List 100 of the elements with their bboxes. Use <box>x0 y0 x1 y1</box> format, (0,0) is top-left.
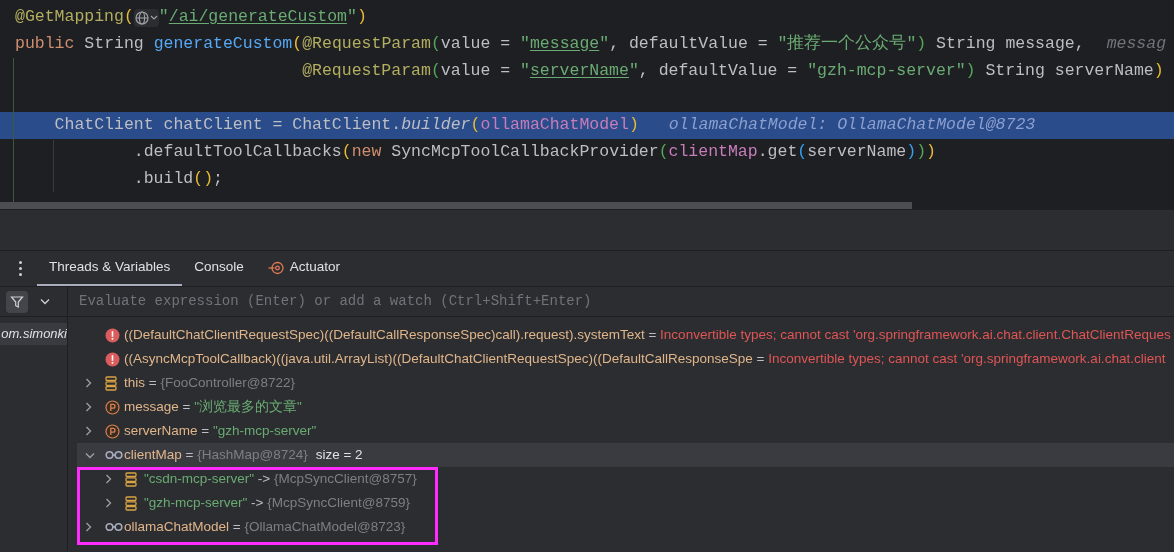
field-name: ollamaChatModel <box>480 114 629 137</box>
string-literal: " <box>599 33 610 56</box>
target-icon <box>267 260 284 275</box>
watch-expression: ((AsyncMcpToolCallback)((java.util.ArrayList)((DefaultChatClientRequestSpec)((DefaultCallResponseSpe <box>124 349 753 368</box>
error-icon <box>105 351 120 367</box>
field-name: clientMap <box>668 141 758 164</box>
annotation: @GetMapping <box>15 6 124 29</box>
keyword: new <box>351 141 382 164</box>
tab[interactable]: Console <box>182 251 256 286</box>
variable-value: {FooController@8722} <box>160 373 295 392</box>
method-name: generateCustom <box>153 33 293 56</box>
string-literal: "gzh-mcp-server" <box>807 60 966 83</box>
chevron-right-icon[interactable] <box>85 402 92 412</box>
size-label: size = 2 <box>315 445 363 464</box>
variable-value: "gzh-mcp-server" <box>212 421 317 440</box>
globe-icon[interactable] <box>133 8 159 27</box>
bracket: ) <box>916 141 927 164</box>
bracket: ( <box>430 33 441 56</box>
field-icon <box>105 375 117 391</box>
url-link[interactable]: /ai/generateCustom <box>168 5 347 30</box>
code-text: ChatClient chatClient = ChatClient. <box>53 114 402 137</box>
bracket: ) <box>965 60 976 83</box>
variable-value: {OllamaChatModel@8723} <box>244 517 406 536</box>
field-icon <box>125 471 137 487</box>
code-text: value = <box>440 33 512 56</box>
code-text: .build <box>132 168 194 191</box>
variable-value: {McpSyncClient@8757} <box>274 469 417 488</box>
code-text: .get <box>757 141 798 164</box>
chevron-right-icon[interactable] <box>85 378 92 388</box>
separator: = <box>231 517 242 536</box>
variable-name: message <box>124 397 179 416</box>
parameter-icon <box>105 423 120 439</box>
url-link[interactable]: message <box>529 32 600 57</box>
bracket: ( <box>292 33 303 56</box>
url-link[interactable]: serverName <box>529 59 629 84</box>
string-literal: "推荐一个公众号" <box>777 33 917 56</box>
separator: = <box>647 325 658 344</box>
code-text: SyncMcpToolCallbackProvider <box>390 141 659 164</box>
bracket: ) <box>1153 60 1164 83</box>
glasses-icon <box>105 450 123 460</box>
bracket: ( <box>430 60 441 83</box>
bracket: ) <box>906 141 917 164</box>
string-literal: " <box>346 6 357 29</box>
separator: = <box>147 373 158 392</box>
variable-value: "浏览最多的文章" <box>194 397 302 416</box>
parameter-icon <box>105 399 120 415</box>
variable-name: clientMap <box>124 445 182 464</box>
annotation: @RequestParam <box>301 60 431 83</box>
variable-name: ollamaChatModel <box>124 517 230 536</box>
filter-button[interactable] <box>6 290 28 313</box>
filter-icon <box>10 294 24 309</box>
code-text: String serverName <box>984 60 1154 83</box>
bracket: ( <box>341 141 352 164</box>
error-message: Inconvertible types; cannot cast 'org.springframework.ai.chat.client <box>768 349 1166 368</box>
selected-row[interactable]: clientMap = {HashMap@8724} size = 2 <box>77 443 1174 467</box>
variable-value: {McpSyncClient@8759} <box>267 493 411 512</box>
chevron-right-icon[interactable] <box>105 498 112 508</box>
glasses-icon <box>105 522 123 532</box>
code-text: .defaultToolCallbacks <box>132 141 342 164</box>
bracket: ) <box>628 114 639 137</box>
bracket: ( <box>658 141 669 164</box>
separator: -> <box>250 493 265 512</box>
bracket: ) <box>916 33 927 56</box>
chevron-down-icon[interactable] <box>85 451 95 459</box>
tab[interactable]: Actuator <box>255 251 353 286</box>
code-text: value = <box>440 60 512 83</box>
code-text: String message, <box>935 33 1085 56</box>
string-literal: " <box>628 60 639 83</box>
annotation: @RequestParam <box>302 33 431 56</box>
horizontal-scrollbar[interactable] <box>0 202 912 209</box>
watch-expression: ((DefaultChatClientRequestSpec)((DefaultCallResponseSpec)call).request).systemText <box>124 325 645 344</box>
stack-frame[interactable]: om.simonki <box>0 323 67 345</box>
bracket: ( <box>797 141 808 164</box>
separator: = <box>200 421 211 440</box>
variable-name: this <box>124 373 145 392</box>
bracket: ( <box>123 6 134 29</box>
chevron-right-icon[interactable] <box>105 474 112 484</box>
separator: = <box>755 349 766 368</box>
chevron-down-icon[interactable] <box>40 298 50 305</box>
code-text: serverName <box>807 141 907 164</box>
variable-name: serverName <box>124 421 198 440</box>
code-text: , defaultValue = <box>638 60 799 83</box>
debug-value-hint: ollamaChatModel: OllamaChatModel@8723 <box>668 114 1036 137</box>
variable-value: {HashMap@8724} <box>197 445 308 464</box>
code-text: ; <box>213 168 223 191</box>
keyword: public <box>15 33 75 56</box>
method-name: builder <box>401 114 471 137</box>
separator: = <box>181 397 192 416</box>
variable-name: "csdn-mcp-server" <box>144 469 255 488</box>
error-icon <box>105 327 120 343</box>
variable-name: "gzh-mcp-server" <box>144 493 248 512</box>
chevron-right-icon[interactable] <box>85 522 92 532</box>
chevron-right-icon[interactable] <box>85 426 92 436</box>
tab[interactable]: Threads & Variables <box>37 251 183 286</box>
code-text: String <box>83 33 145 56</box>
code-text: , defaultValue = <box>609 33 769 56</box>
string-literal: " <box>158 6 169 29</box>
string-literal: " <box>520 33 530 56</box>
more-icon[interactable] <box>17 261 23 276</box>
string-literal: " <box>520 60 530 83</box>
